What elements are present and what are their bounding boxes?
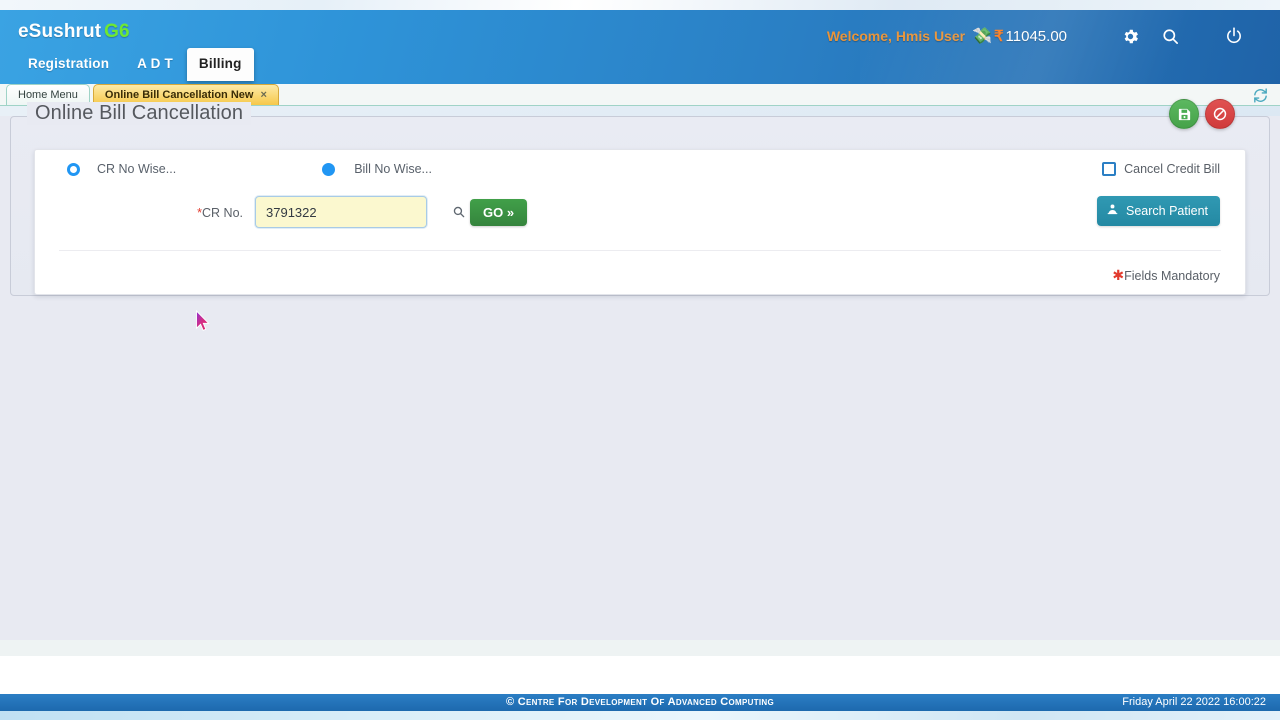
go-button[interactable]: GO » [470,199,528,226]
money-with-wings-icon: 💸 [972,28,992,45]
application-window: eSushrut G6 Registration A D T Billing We… [0,10,1280,650]
wallet-amount: ₹11045.00 [994,27,1067,45]
search-patient-label: Search Patient [1126,204,1208,218]
radio-cr-no-wise-mark [67,162,80,176]
cancel-button[interactable] [1205,99,1235,129]
main-menu-bar: Registration A D T Billing [14,48,254,81]
brand-suffix: G6 [104,21,130,42]
close-icon[interactable]: × [260,89,266,101]
footer-datetime: Friday April 22 2022 16:00:22 [1122,696,1266,708]
magnifier-icon[interactable] [452,205,466,219]
radio-bill-no-wise-mark [322,162,336,176]
app-footer: © Centre For Development Of Advanced Com… [0,694,1280,711]
power-icon[interactable] [1217,19,1251,53]
patient-user-icon [1106,203,1119,219]
header-right-cluster: Welcome, Hmis User 💸 ₹11045.00 [827,10,1280,62]
save-button[interactable] [1169,99,1199,129]
brand-name: eSushrut [18,21,102,42]
cr-no-label: *CR No. [183,206,243,220]
below-window-strip [0,640,1280,656]
wallet-amount-value: 11045.00 [1005,28,1067,45]
radio-cr-no-wise[interactable]: CR No Wise... [67,162,176,176]
card-divider [59,250,1221,251]
gear-icon[interactable] [1113,19,1147,53]
page-title: Online Bill Cancellation [27,102,252,125]
page-content-area: Online Bill Cancellation CR No Wise... B… [0,99,1280,650]
menu-item-registration[interactable]: Registration [14,50,123,77]
fields-mandatory-text: Fields Mandatory [1124,269,1220,283]
app-header: eSushrut G6 Registration A D T Billing We… [0,10,1280,84]
footer-copyright: © Centre For Development Of Advanced Com… [505,696,775,708]
refresh-icon[interactable] [1250,85,1270,105]
online-bill-cancellation-panel: Online Bill Cancellation CR No Wise... B… [10,99,1270,296]
search-criteria-card: CR No Wise... Bill No Wise... Cancel Cre… [34,149,1246,295]
cancel-credit-bill-checkbox-box [1102,162,1117,176]
radio-bill-no-wise-label: Bill No Wise... [354,162,432,176]
search-patient-button[interactable]: Search Patient [1097,196,1220,226]
search-icon[interactable] [1153,19,1187,53]
fields-mandatory-note: ✱Fields Mandatory [1112,267,1220,284]
search-mode-radio-group: CR No Wise... Bill No Wise... [57,162,1223,176]
cr-no-field-row: *CR No. GO » [35,196,1245,234]
panel-action-buttons [1169,99,1235,129]
cr-no-label-text: CR No. [202,206,243,220]
cancel-credit-bill-label: Cancel Credit Bill [1124,162,1220,176]
desktop-wallpaper-bottom [0,711,1280,720]
app-brand-logo: eSushrut G6 [18,21,130,43]
menu-item-adt[interactable]: A D T [123,50,187,77]
tab-online-bill-cancellation-new-label: Online Bill Cancellation New [104,89,254,101]
white-spacer-strip [0,656,1280,694]
rupee-symbol: ₹ [994,28,1004,45]
welcome-message: Welcome, Hmis User [826,28,966,44]
mandatory-asterisk: ✱ [1112,267,1125,283]
tab-home-menu-label: Home Menu [18,89,78,101]
cancel-credit-bill-checkbox[interactable]: Cancel Credit Bill [1102,162,1220,176]
radio-bill-no-wise[interactable]: Bill No Wise... [322,162,432,176]
menu-item-billing[interactable]: Billing [186,48,254,81]
radio-cr-no-wise-label: CR No Wise... [97,162,177,176]
cr-no-input[interactable] [255,196,427,228]
